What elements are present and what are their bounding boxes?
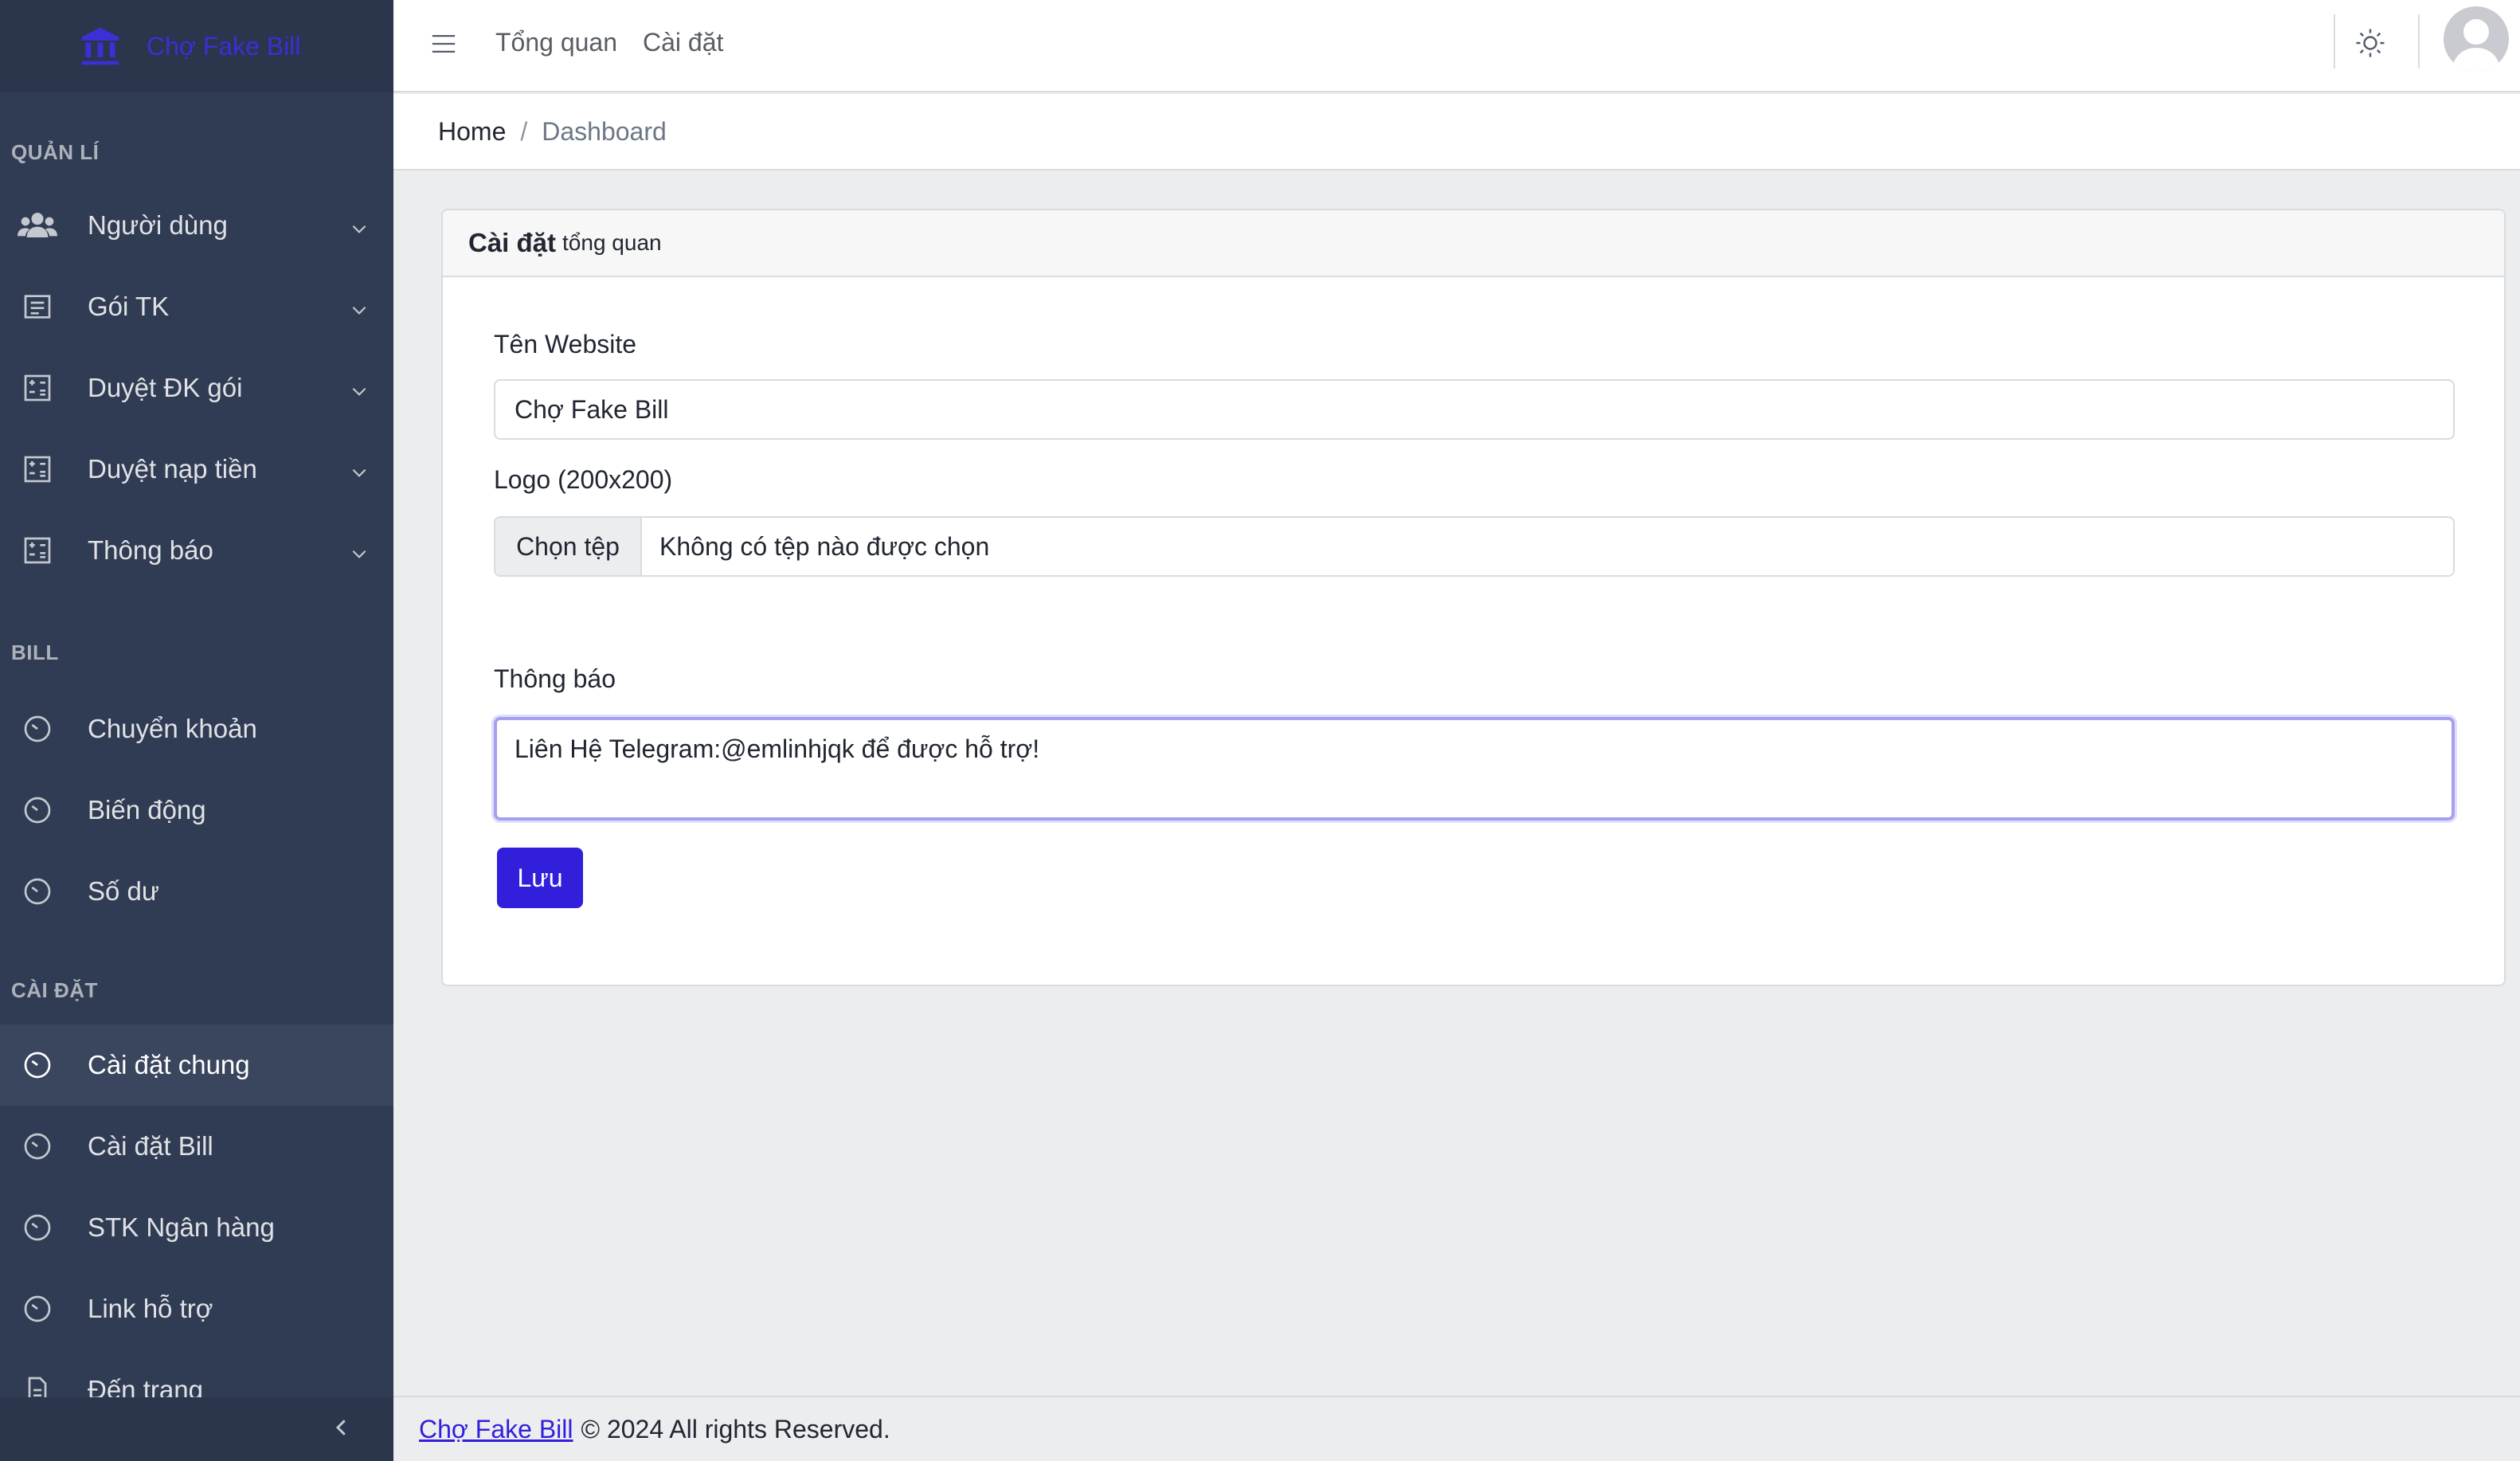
speedometer-icon — [18, 790, 57, 830]
save-button[interactable]: Lưu — [497, 848, 583, 908]
section-title-settings: CÀI ĐẶT — [11, 978, 98, 1002]
chevron-down-icon — [349, 459, 370, 489]
sidebar-item-label: Biến động — [88, 795, 206, 825]
sidebar-item-label: Thông báo — [88, 535, 213, 565]
chevron-down-icon — [349, 378, 370, 408]
chevron-down-icon — [349, 540, 370, 570]
section-title-bill: BILL — [11, 640, 59, 664]
top-header: Tổng quan Cài đặt — [393, 0, 2520, 92]
chevron-down-icon — [349, 296, 370, 327]
logo-file-input[interactable]: Chọn tệp Không có tệp nào được chọn — [494, 516, 2455, 577]
chevron-down-icon — [349, 215, 370, 245]
sidebar-item-approve-deposit[interactable]: Duyệt nạp tiền — [0, 429, 393, 510]
file-status-text: Không có tệp nào được chọn — [659, 531, 990, 561]
sidebar-collapse-button[interactable] — [0, 1397, 393, 1461]
speedometer-icon — [18, 1126, 57, 1166]
breadcrumb-home[interactable]: Home — [438, 117, 506, 147]
speedometer-icon — [18, 709, 57, 749]
sidebar-item-label: Gói TK — [88, 292, 170, 321]
card-header: Cài đặt tổng quan — [443, 210, 2504, 277]
calculator-icon — [18, 368, 57, 408]
breadcrumb-current: Dashboard — [542, 116, 667, 146]
sidebar-item-changes[interactable]: Biến động — [0, 770, 393, 851]
sidebar-item-label: Link hỗ trợ — [88, 1294, 213, 1323]
sun-icon[interactable] — [2346, 19, 2394, 67]
notice-textarea[interactable]: Liên Hệ Telegram:@emlinhjqk để được hỗ t… — [494, 717, 2455, 821]
header-nav-overview[interactable]: Tổng quan — [495, 24, 617, 61]
header-nav: Tổng quan Cài đặt — [495, 24, 723, 61]
logo-label: Logo (200x200) — [494, 465, 673, 494]
sidebar-item-label: STK Ngân hàng — [88, 1212, 275, 1242]
notice-label: Thông báo — [494, 664, 616, 693]
footer-copyright: © 2024 All rights Reserved. — [581, 1414, 890, 1443]
chevron-left-icon — [330, 1416, 354, 1443]
speedometer-icon — [18, 1289, 57, 1329]
header-divider — [2334, 14, 2335, 69]
sidebar-item-balance[interactable]: Số dư — [0, 851, 393, 932]
card-title: Cài đặt — [468, 228, 557, 257]
section-title-manage: QUẢN LÍ — [11, 140, 100, 164]
breadcrumb-separator: / — [520, 116, 528, 146]
sidebar-item-label: Số dư — [88, 876, 159, 906]
sidebar: Chợ Fake Bill QUẢN LÍ Người dùng Gói TK … — [0, 0, 393, 1461]
sidebar-item-label: Cài đặt Bill — [88, 1131, 213, 1161]
sidebar-item-users[interactable]: Người dùng — [0, 185, 393, 266]
sidebar-item-label: Người dùng — [88, 210, 228, 240]
footer-link[interactable]: Chợ Fake Bill — [419, 1415, 573, 1444]
sidebar-item-bank-account[interactable]: STK Ngân hàng — [0, 1187, 393, 1268]
sidebar-item-general-settings[interactable]: Cài đặt chung — [0, 1024, 393, 1106]
list-icon — [18, 287, 57, 327]
sidebar-item-label: Duyệt ĐK gói — [88, 373, 243, 402]
speedometer-icon — [18, 872, 57, 911]
speedometer-icon — [18, 1208, 57, 1248]
sidebar-item-packages[interactable]: Gói TK — [0, 266, 393, 347]
settings-card: Cài đặt tổng quan Tên Website Logo (200x… — [441, 209, 2506, 986]
calculator-icon — [18, 531, 57, 570]
sidebar-item-transfer[interactable]: Chuyển khoản — [0, 688, 393, 770]
sidebar-item-label: Duyệt nạp tiền — [88, 454, 257, 484]
card-subtitle: tổng quan — [562, 230, 662, 255]
sidebar-item-bill-settings[interactable]: Cài đặt Bill — [0, 1106, 393, 1187]
sidebar-item-support-link[interactable]: Link hỗ trợ — [0, 1268, 393, 1349]
avatar[interactable] — [2444, 6, 2509, 72]
speedometer-icon — [18, 1045, 57, 1085]
website-name-label: Tên Website — [494, 330, 637, 358]
calculator-icon — [18, 449, 57, 489]
sidebar-item-label: Cài đặt chung — [88, 1050, 250, 1079]
sidebar-item-notifications[interactable]: Thông báo — [0, 510, 393, 591]
hamburger-menu-icon[interactable] — [425, 25, 462, 62]
bank-icon — [76, 22, 124, 70]
brand-name: Chợ Fake Bill — [147, 31, 301, 61]
footer: Chợ Fake Bill © 2024 All rights Reserved… — [393, 1396, 2520, 1461]
choose-file-button[interactable]: Chọn tệp — [495, 518, 642, 575]
header-nav-settings[interactable]: Cài đặt — [643, 24, 723, 61]
sidebar-item-approve-package[interactable]: Duyệt ĐK gói — [0, 347, 393, 429]
sidebar-item-label: Chuyển khoản — [88, 714, 257, 743]
website-name-input[interactable] — [494, 379, 2455, 440]
breadcrumb: Home / Dashboard — [393, 94, 2520, 170]
header-divider — [2418, 14, 2420, 69]
sidebar-brand[interactable]: Chợ Fake Bill — [0, 0, 393, 92]
users-icon — [18, 206, 57, 245]
